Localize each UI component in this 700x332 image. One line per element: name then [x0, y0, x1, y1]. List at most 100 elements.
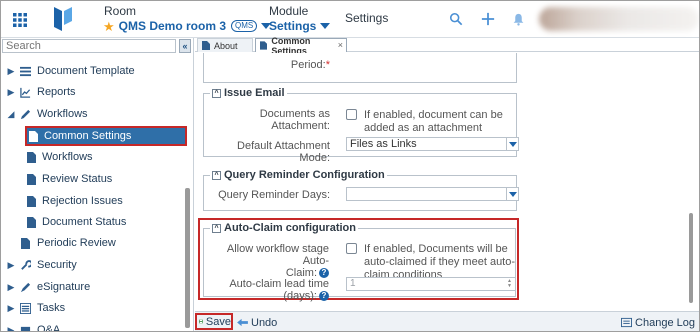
chevron-right-icon[interactable]: ▶ [7, 282, 15, 293]
chat-icon [19, 324, 31, 331]
room-selector[interactable]: ★ QMS Demo room 3 QMS [103, 18, 272, 34]
lead-time-label: Auto-claim lead time (days):? [229, 278, 329, 302]
chevron-right-icon[interactable]: ▶ [7, 87, 15, 98]
tab-common-settings[interactable]: Common Settings × [255, 36, 347, 56]
star-icon[interactable]: ★ [103, 20, 115, 33]
sidebar-item-workflows[interactable]: ◢ Workflows [7, 105, 88, 123]
sidebar-item-label: Common Settings [44, 130, 132, 142]
document-icon [202, 41, 210, 50]
search-icon[interactable] [447, 10, 465, 28]
change-log-button[interactable]: Change Log [621, 315, 695, 330]
document-icon [27, 216, 36, 228]
settings-content: Period:* ^ Issue Email Documents as Atta… [195, 53, 699, 310]
tab-about[interactable]: About [197, 38, 253, 52]
chevron-right-icon[interactable]: ▶ [7, 66, 15, 77]
sidebar-scrollbar[interactable] [185, 188, 190, 328]
collapse-toggle-icon[interactable]: ^ [212, 170, 221, 180]
room-badge: QMS [231, 20, 258, 32]
collapse-sidebar-button[interactable]: « [179, 39, 191, 53]
app-logo[interactable] [51, 5, 75, 33]
input-value: 1 [350, 278, 356, 289]
sidebar-search[interactable] [2, 39, 176, 53]
query-reminder-legend[interactable]: ^ Query Reminder Configuration [210, 169, 387, 181]
issue-email-legend[interactable]: ^ Issue Email [210, 87, 287, 99]
module-label: Module [269, 4, 309, 18]
sidebar-item-label: Workflows [42, 151, 93, 163]
chevron-down-icon[interactable] [506, 138, 518, 150]
sidebar-item-common-settings[interactable]: Common Settings [25, 126, 187, 146]
period-label: Period:* [290, 59, 330, 71]
query-reminder-days-label: Query Reminder Days: [218, 189, 330, 201]
auto-claim-legend[interactable]: ^ Auto-Claim configuration [210, 222, 358, 234]
help-icon[interactable]: ? [319, 291, 329, 302]
module-name: Settings [269, 19, 317, 33]
chevron-right-icon[interactable]: ▶ [7, 303, 15, 314]
document-icon [260, 41, 268, 50]
sidebar-item-security[interactable]: ▶ Security [7, 256, 77, 274]
content-scrollbar[interactable] [689, 213, 693, 303]
sidebar-item-label: Document Status [42, 216, 127, 228]
apps-grid-icon[interactable] [1, 1, 39, 38]
document-icon [27, 195, 36, 207]
allow-auto-claim-checkbox[interactable] [346, 243, 357, 254]
plus-icon[interactable] [479, 10, 497, 28]
sidebar-item-review-status[interactable]: Review Status [27, 170, 112, 188]
change-log-icon [621, 317, 633, 328]
lead-time-input[interactable]: 1 ▲ ▼ [346, 277, 516, 291]
sidebar-item-workflows-list[interactable]: Workflows [27, 148, 93, 166]
sidebar-item-label: Reports [37, 86, 76, 98]
collapse-toggle-icon[interactable]: ^ [212, 223, 221, 233]
sidebar-item-periodic-review[interactable]: Periodic Review [19, 234, 116, 252]
bell-icon[interactable] [509, 10, 527, 28]
save-button[interactable]: Save [195, 313, 233, 330]
sidebar-item-label: Periodic Review [37, 237, 116, 249]
save-icon [199, 319, 203, 324]
documents-as-attachment-label: Documents as Attachment: [259, 108, 330, 132]
chevron-down-icon[interactable] [320, 23, 331, 29]
select-value: Files as Links [350, 138, 417, 150]
chart-icon [19, 86, 31, 98]
sidebar-item-rejection-issues[interactable]: Rejection Issues [27, 192, 123, 210]
sidebar-item-label: Document Template [37, 65, 135, 77]
tab-bar: About Common Settings × [195, 36, 699, 56]
section-title: Auto-Claim configuration [224, 222, 356, 234]
default-attachment-mode-label: Default Attachment Mode: [237, 140, 330, 164]
stepper-icon[interactable]: ▲ ▼ [505, 279, 514, 289]
sidebar-item-label: Q&A [37, 324, 61, 332]
sidebar-item-reports[interactable]: ▶ Reports [7, 83, 76, 101]
sidebar-item-document-template[interactable]: ▶ Document Template [7, 62, 135, 80]
query-reminder-days-select[interactable] [346, 187, 519, 201]
attachment-help-text: If enabled, document can be added as an … [364, 109, 503, 134]
sidebar-item-label: Review Status [42, 173, 113, 185]
undo-button[interactable]: Undo [237, 315, 277, 330]
user-avatar[interactable] [539, 7, 699, 31]
help-icon[interactable]: ? [319, 268, 329, 279]
chevron-down-icon[interactable] [506, 188, 518, 200]
sidebar-item-document-status[interactable]: Document Status [27, 213, 126, 231]
chevron-down-icon[interactable]: ◢ [7, 109, 15, 120]
chevron-right-icon[interactable]: ▶ [7, 325, 15, 332]
page-title: Settings [345, 11, 389, 25]
collapse-toggle-icon[interactable]: ^ [212, 88, 221, 98]
wrench-icon [19, 259, 31, 271]
document-icon [27, 151, 36, 163]
sidebar-item-label: Security [37, 259, 77, 271]
sidebar-item-esignature[interactable]: ▶ eSignature [7, 278, 91, 296]
room-label: Room [104, 4, 137, 18]
close-icon[interactable]: × [338, 40, 343, 50]
documents-as-attachment-checkbox[interactable] [346, 109, 357, 120]
undo-label: Undo [251, 316, 278, 329]
sidebar-item-label: Workflows [37, 108, 88, 120]
sidebar-item-qa[interactable]: ▶ Q&A [7, 321, 61, 332]
chevron-right-icon[interactable]: ▶ [7, 260, 15, 271]
sidebar-item-label: Rejection Issues [42, 195, 123, 207]
sidebar-item-tasks[interactable]: ▶ Tasks [7, 299, 66, 317]
attachment-mode-select[interactable]: Files as Links [346, 137, 519, 151]
issue-email-panel: ^ Issue Email Documents as Attachment: I… [203, 87, 519, 164]
document-icon [27, 173, 36, 185]
module-selector[interactable]: Settings [269, 18, 331, 34]
search-input[interactable] [3, 40, 175, 52]
pen-icon [19, 281, 31, 293]
save-label: Save [205, 315, 231, 328]
section-title: Query Reminder Configuration [224, 169, 385, 181]
